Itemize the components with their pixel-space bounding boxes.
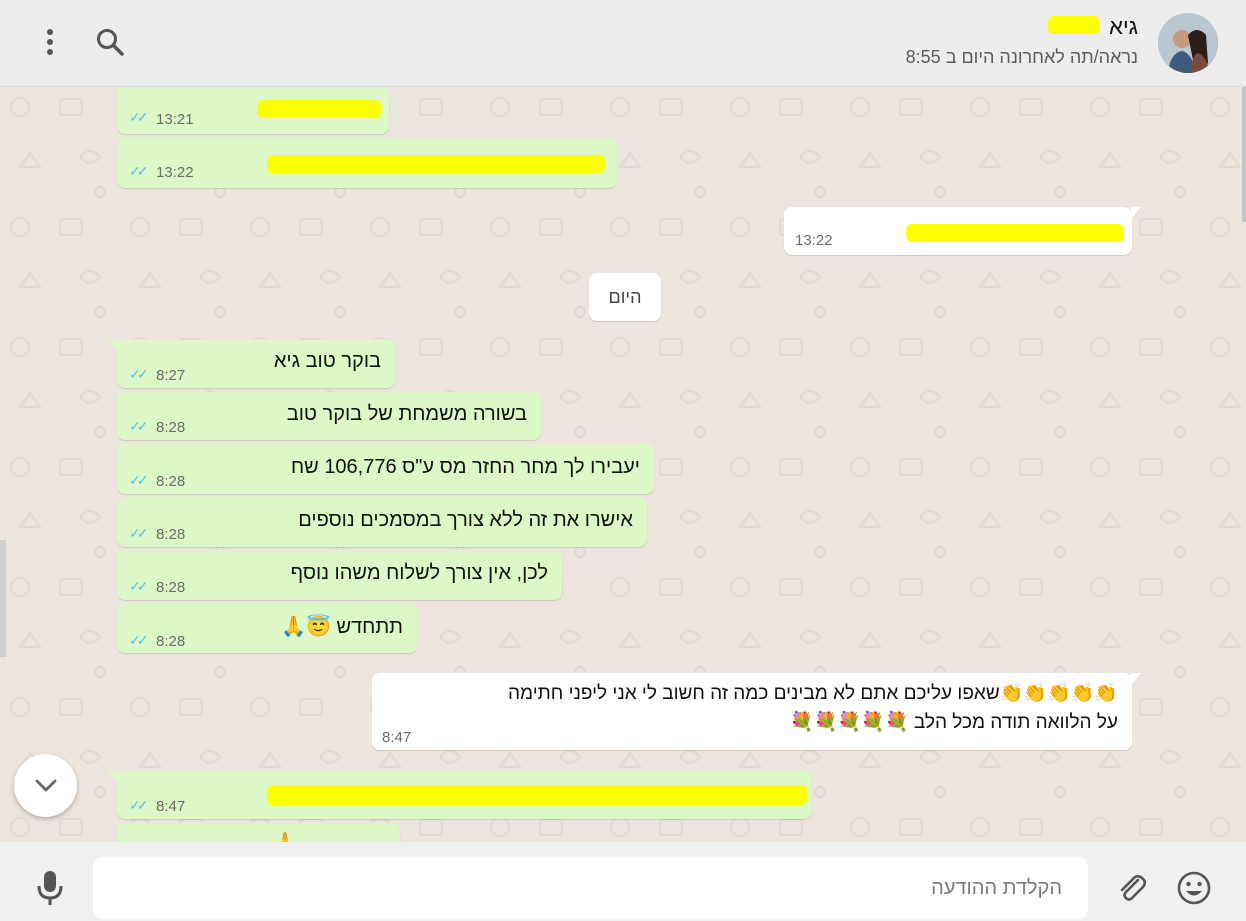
composer-bar bbox=[0, 842, 1246, 921]
read-receipt-icon: ✓✓ bbox=[129, 418, 149, 434]
message-text: על הלוואה תודה מכל הלב 💐💐💐💐💐 bbox=[790, 712, 1118, 733]
bubble-tail bbox=[1131, 207, 1141, 219]
chevron-down-icon bbox=[35, 779, 56, 791]
read-receipt-icon: ✓✓ bbox=[129, 109, 149, 125]
read-receipt-icon: ✓✓ bbox=[129, 366, 149, 382]
message-text: תתחדש 😇🙏 bbox=[281, 616, 403, 638]
chat-panel[interactable]: ✓✓ 13:21 ✓✓ 13:22 13:22 היום בוקר טוב גי… bbox=[0, 87, 1246, 842]
message-text: בשורה משמחת של בוקר טוב bbox=[286, 403, 527, 425]
message-bubble[interactable]: יעבירו לך מחר החזר מס ע"ס 106,776 שח ✓✓ … bbox=[117, 444, 654, 494]
message-time: 8:47 bbox=[382, 729, 412, 746]
message-bubble[interactable]: בשורה משמחת של בוקר טוב ✓✓ 8:28 bbox=[117, 392, 541, 440]
message-time: 13:21 bbox=[156, 111, 194, 128]
redaction-mark bbox=[267, 785, 807, 805]
message-bubble[interactable]: ✓✓ 13:21 bbox=[117, 87, 389, 134]
right-scrollbar[interactable] bbox=[1242, 87, 1246, 222]
message-time: 13:22 bbox=[795, 232, 833, 249]
message-text: אישרו את זה ללא צורך במסמכים נוספים bbox=[298, 509, 633, 531]
bubble-tail bbox=[1131, 673, 1141, 685]
message-bubble[interactable]: תתחדש 😇🙏 ✓✓ 8:28 bbox=[117, 603, 417, 653]
contact-name[interactable]: גיא bbox=[1109, 14, 1138, 40]
message-bubble[interactable]: 13:22 bbox=[784, 207, 1141, 255]
last-seen-status: נראה/תה לאחרונה היום ב 8:55 bbox=[905, 47, 1138, 67]
message-bubble[interactable]: ✓✓ 13:22 bbox=[117, 138, 617, 188]
message-time: 13:22 bbox=[156, 164, 194, 181]
message-bubble[interactable]: 👏👏👏👏👏שאפו עליכם אתם לא מבינים כמה זה חשו… bbox=[372, 673, 1141, 750]
message-time: 8:28 bbox=[156, 473, 186, 490]
message-bubble[interactable]: בוקר טוב גיא ✓✓ 8:27 bbox=[108, 340, 395, 388]
message-time: 8:28 bbox=[156, 526, 186, 543]
date-divider: היום bbox=[589, 273, 661, 321]
bubble-tail bbox=[108, 340, 118, 352]
redaction-mark bbox=[257, 100, 381, 118]
left-scrollbar[interactable] bbox=[0, 540, 6, 657]
contact-avatar[interactable] bbox=[1158, 13, 1218, 73]
paperclip-icon[interactable] bbox=[1110, 866, 1154, 910]
bubble-tail bbox=[108, 771, 118, 783]
read-receipt-icon: ✓✓ bbox=[129, 578, 149, 594]
read-receipt-icon: ✓✓ bbox=[129, 472, 149, 488]
read-receipt-icon: ✓✓ bbox=[129, 163, 149, 179]
read-receipt-icon: ✓✓ bbox=[129, 632, 149, 648]
message-text: 👏👏👏👏👏שאפו עליכם אתם לא מבינים כמה זה חשו… bbox=[508, 683, 1118, 704]
read-receipt-icon: ✓✓ bbox=[129, 525, 149, 541]
search-icon[interactable] bbox=[90, 22, 130, 62]
message-time: 8:27 bbox=[156, 367, 186, 384]
kebab-menu-icon[interactable] bbox=[30, 22, 70, 62]
redaction-mark bbox=[267, 155, 605, 173]
message-time: 8:28 bbox=[156, 579, 186, 596]
message-time: 8:28 bbox=[156, 419, 186, 436]
emoji-icon[interactable] bbox=[1172, 866, 1216, 910]
read-receipt-icon: ✓✓ bbox=[129, 797, 149, 813]
message-text: יעבירו לך מחר החזר מס ע"ס 106,776 שח bbox=[290, 456, 640, 478]
message-text: בוקר טוב גיא bbox=[273, 350, 381, 372]
message-text: לכן, אין צורך לשלוח משהו נוסף bbox=[290, 562, 548, 584]
message-input[interactable] bbox=[93, 857, 1088, 919]
chat-header: גיא נראה/תה לאחרונה היום ב 8:55 bbox=[0, 0, 1246, 87]
message-bubble[interactable]: ✓✓ 8:47 bbox=[108, 771, 812, 819]
message-bubble[interactable]: אישרו את זה ללא צורך במסמכים נוספים ✓✓ 8… bbox=[117, 497, 647, 547]
message-time: 8:28 bbox=[156, 633, 186, 650]
redaction-mark bbox=[906, 224, 1124, 242]
message-bubble[interactable]: לכן, אין צורך לשלוח משהו נוסף ✓✓ 8:28 bbox=[117, 550, 562, 600]
message-bubble[interactable]: 🙏 bbox=[117, 823, 400, 842]
message-time: 8:47 bbox=[156, 798, 186, 815]
emoji-fragment: 🙏 bbox=[275, 833, 295, 842]
redaction-mark bbox=[1048, 16, 1100, 34]
microphone-icon[interactable] bbox=[28, 866, 72, 910]
scroll-to-bottom-button[interactable] bbox=[14, 754, 77, 817]
